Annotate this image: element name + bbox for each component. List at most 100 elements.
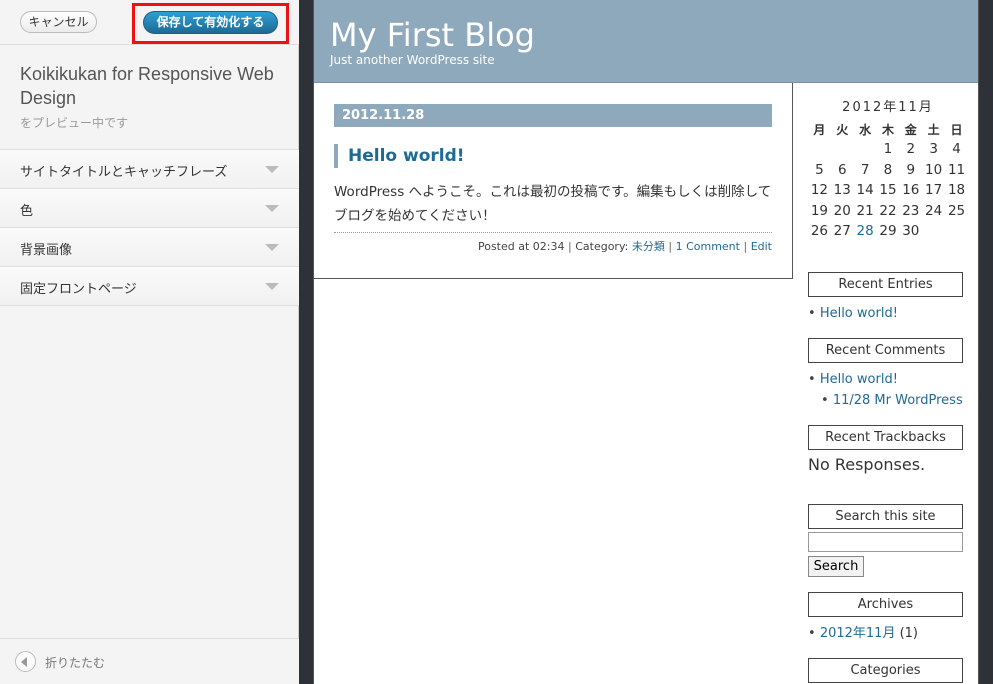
weekday: 木 [881, 122, 894, 137]
blog-title[interactable]: My First Blog [330, 16, 535, 54]
calendar-day: 5 [815, 161, 824, 178]
no-responses-text: No Responses. [808, 454, 926, 474]
post-title-link[interactable]: Hello world! [348, 146, 465, 166]
calendar-day: 7 [860, 161, 870, 178]
calendar-day: 29 [879, 223, 897, 240]
collapse-arrow-icon [15, 651, 36, 672]
calendar-day [831, 139, 854, 160]
calendar-day: 15 [879, 182, 897, 199]
main-content: 2012.11.28 Hello world! WordPress へようこそ。… [314, 83, 793, 279]
post-body: WordPress へようこそ。これは最初の投稿です。編集もしくは削除してブログ… [334, 184, 772, 224]
calendar-day [808, 139, 831, 160]
list-item: Hello world! [808, 369, 968, 390]
calendar-day-link[interactable]: 28 [857, 223, 874, 239]
section-label: サイトタイトルとキャッチフレーズ [20, 165, 228, 180]
calendar-day [945, 221, 968, 242]
calendar-day: 12 [810, 182, 829, 199]
section-colors[interactable]: 色 [0, 189, 299, 228]
recent-comment-link[interactable]: 11/28 Mr WordPress [833, 393, 963, 408]
calendar-day [922, 221, 945, 242]
calendar-week: 19 20 21 22 23 24 25 [808, 201, 968, 222]
calendar-day: 13 [833, 182, 851, 199]
calendar-day: 3 [929, 141, 938, 158]
search-input[interactable] [808, 531, 963, 552]
section-site-title-tagline[interactable]: サイトタイトルとキャッチフレーズ [0, 150, 299, 189]
calendar-day: 9 [906, 161, 916, 178]
post-date: 2012.11.28 [334, 104, 772, 127]
theme-name: Koikikukan for Responsive Web Design [20, 64, 274, 108]
archives-title: Archives [808, 591, 963, 617]
comments-link[interactable]: 1 Comment [676, 240, 740, 253]
calendar-day: 19 [810, 202, 829, 219]
weekday: 水 [859, 122, 872, 137]
calendar-week: 12 13 14 15 16 17 18 [808, 180, 968, 201]
category-prefix: Category: [575, 240, 629, 253]
calendar-week: 5 6 7 8 9 10 11 [808, 160, 968, 181]
blog-header: My First Blog Just another WordPress sit… [314, 0, 978, 83]
expand-arrow-icon [265, 244, 279, 251]
search-button[interactable]: Search [808, 555, 864, 577]
weekday: 土 [927, 122, 940, 137]
calendar-day: 2 [906, 141, 916, 158]
expand-arrow-icon [265, 283, 279, 290]
site-preview: My First Blog Just another WordPress sit… [313, 0, 979, 684]
calendar-day: 1 [883, 141, 893, 158]
calendar-day: 10 [925, 161, 943, 178]
calendar-day: 27 [833, 223, 851, 240]
calendar-day: 14 [856, 182, 874, 199]
recent-comments-list: Hello world! 11/28 Mr WordPress [808, 369, 968, 411]
calendar-day-link-cell: 28 [854, 221, 877, 242]
calendar-day: 18 [947, 182, 966, 199]
section-static-front-page[interactable]: 固定フロントページ [0, 267, 299, 306]
recent-comments-title: Recent Comments [808, 337, 963, 363]
weekday: 金 [904, 122, 917, 137]
meta-separator: | [567, 240, 572, 253]
cancel-button[interactable]: キャンセル [20, 11, 97, 33]
weekday: 月 [813, 122, 826, 137]
customizer-sections: サイトタイトルとキャッチフレーズ 色 背景画像 固定フロントページ [0, 149, 299, 306]
save-and-activate-button[interactable]: 保存して有効化する [143, 11, 278, 34]
meta-separator: | [743, 240, 748, 253]
section-label: 背景画像 [20, 243, 73, 258]
collapse-label: 折りたたむ [45, 656, 106, 670]
blog-description: Just another WordPress site [330, 53, 495, 67]
calendar-day: 17 [925, 182, 943, 199]
archive-link[interactable]: 2012年11月 [820, 626, 896, 641]
recent-entry-link[interactable]: Hello world! [820, 306, 898, 321]
edit-link[interactable]: Edit [751, 240, 772, 253]
calendar-day: 16 [902, 182, 920, 199]
categories-title: Categories [808, 657, 963, 683]
calendar-day: 6 [837, 161, 847, 178]
calendar-caption: 2012年11月 [842, 100, 934, 115]
calendar-day [854, 139, 877, 160]
calendar-day: 24 [925, 202, 943, 219]
calendar-day: 30 [902, 223, 920, 240]
blog-sidebar: 2012年11月 月 火 水 木 金 土 日 1 2 3 4 5 6 7 8 9 10 11 12 13… [808, 96, 968, 683]
meta-separator: | [668, 240, 673, 253]
post-divider [334, 232, 772, 233]
calendar-day: 8 [883, 161, 893, 178]
section-label: 色 [20, 204, 34, 219]
archives-list: 2012年11月 (1) [808, 623, 968, 644]
recent-comment-post-link[interactable]: Hello world! [820, 372, 898, 387]
section-label: 固定フロントページ [20, 282, 137, 297]
customizer-header: キャンセル 保存して有効化する [0, 0, 299, 45]
recent-entries-title: Recent Entries [808, 271, 963, 297]
section-background-image[interactable]: 背景画像 [0, 228, 299, 267]
customizer-panel: キャンセル 保存して有効化する Koikikukan for Responsiv… [0, 0, 299, 684]
calendar-day: 25 [947, 202, 966, 219]
recent-entries-list: Hello world! [808, 303, 968, 324]
list-item: Hello world! [808, 303, 968, 324]
calendar-day: 20 [833, 202, 851, 219]
collapse-button[interactable]: 折りたたむ [0, 638, 299, 684]
weekday: 日 [950, 122, 963, 137]
weekday: 火 [836, 122, 849, 137]
calendar-day: 22 [879, 202, 897, 219]
category-link[interactable]: 未分類 [632, 240, 665, 253]
calendar: 2012年11月 月 火 水 木 金 土 日 1 2 3 4 5 6 7 8 9 10 11 12 13… [808, 96, 968, 242]
search-title: Search this site [808, 503, 963, 529]
calendar-day: 11 [947, 161, 966, 178]
expand-arrow-icon [265, 205, 279, 212]
recent-trackbacks-title: Recent Trackbacks [808, 424, 963, 450]
post-meta: Posted at 02:34 | Category: 未分類 | 1 Comm… [478, 238, 772, 254]
